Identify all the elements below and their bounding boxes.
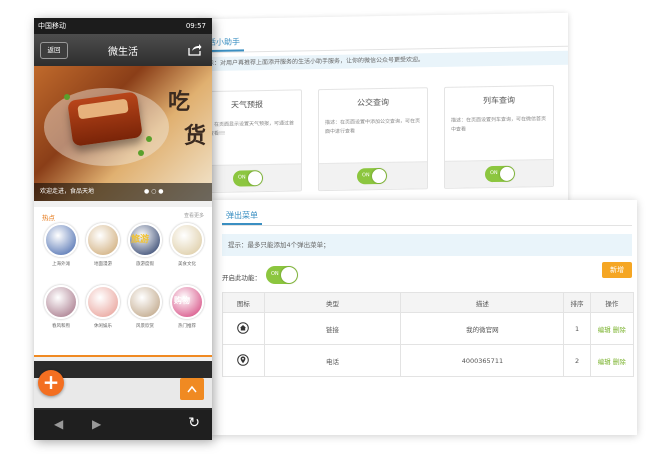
hero-char: 吃 [168, 89, 191, 115]
table-row: 链接 我的微官网 1 编辑 删除 [222, 312, 635, 345]
tip-bar: 提示：最多只能添加4个弹出菜单； [222, 234, 632, 256]
toggle-label: ON [238, 174, 246, 181]
card-title: 列车查询 [483, 95, 515, 106]
tab-life-assistant[interactable]: 生活小助手 [196, 30, 568, 54]
row-desc: 4000365711 [400, 344, 565, 377]
row-ops: 编辑 删除 [589, 312, 635, 345]
hot-item-image[interactable] [128, 285, 162, 319]
row-order: 2 [563, 344, 591, 377]
hot-card: 热点 查看更多 上海外滩 地面漫游 旅游度假 美食文化春风和煦 休闲娱乐 风景欣赏 热门推荐… [34, 207, 212, 357]
herb-dot [138, 150, 144, 156]
bus-toggle[interactable]: ON [357, 167, 387, 185]
row-type: 电话 [263, 344, 402, 377]
row-icon-cell [222, 312, 265, 345]
hot-item-label: 旅游度假 [136, 262, 154, 267]
hot-item-label: 春风和煦 [52, 324, 70, 329]
toggle-knob [500, 166, 514, 181]
toggle-label: ON [490, 169, 498, 177]
life-assistant-panel: 生活小助手 提示：对用户再推荐上面添开服务的生活小助手服务，让你的微信公众号更受… [192, 12, 568, 208]
hot-item-label: 风景欣赏 [136, 324, 154, 329]
col-icon: 图标 [222, 292, 265, 313]
hot-item-label: 休闲娱乐 [94, 324, 112, 329]
phone-navbar: 返回 微生活 [34, 34, 212, 66]
hero-caption: 欢迎走进，食品天地 [34, 183, 212, 201]
tab-label: 弹出菜单 [222, 210, 262, 225]
phone-bottom-nav: ◀ ▶ ↻ [34, 410, 212, 440]
carousel-dots[interactable]: ● ○ ● [144, 188, 164, 195]
toggle-knob [372, 168, 386, 184]
row-icon-cell [222, 344, 265, 377]
forward-arrow-icon[interactable]: ▶ [92, 417, 101, 431]
tab-popup-menu[interactable]: 弹出菜单 [222, 210, 632, 226]
train-toggle[interactable]: ON [485, 165, 515, 183]
carrier-label: 中国移动 [38, 22, 66, 30]
card-desc: 描述：在页面显示设置天气预报，可通过首页中查看!!! [199, 120, 295, 138]
table-row: 电话 4000365711 2 编辑 删除 [222, 344, 635, 377]
card-desc: 描述：在页面设置中添加公交查询，可在页面中进行查看 [325, 118, 421, 135]
popup-menu-panel: 弹出菜单 提示：最多只能添加4个弹出菜单； 开启此功能： ON 新增 图标 类型… [212, 200, 637, 435]
card-footer: ON [445, 159, 553, 188]
hot-item-label: 美食文化 [178, 262, 196, 267]
hot-title: 热点 [42, 214, 55, 222]
row-order: 1 [563, 312, 591, 345]
home-icon [237, 321, 250, 334]
popup-menu-toggle[interactable]: ON [266, 266, 298, 284]
hot-item-label: 地面漫游 [94, 262, 112, 267]
col-desc: 描述 [400, 292, 565, 313]
travel-badge-text: 旅游 [131, 235, 150, 245]
hot-section: 热点 查看更多 上海外滩 地面漫游 旅游度假 美食文化春风和煦 休闲娱乐 风景欣赏 热门推荐… [34, 201, 212, 361]
add-menu-button[interactable]: + [38, 370, 64, 396]
hot-item-label: 上海外滩 [52, 262, 70, 267]
hero-banner[interactable]: 吃 货 欢迎走进，食品天地 ● ○ ● [34, 66, 212, 201]
menu-table: 图标 类型 描述 排序 操作 链接 我的微官网 1 编辑 删除 电话 40003… [222, 292, 635, 377]
phone-preview: 中国移动 09:57 返回 微生活 吃 货 欢迎走进，食品天地 ● ○ ● 热点… [34, 18, 212, 440]
toggle-knob [281, 267, 297, 283]
table-header: 图标 类型 描述 排序 操作 [222, 292, 635, 313]
dish-image [67, 91, 143, 147]
card-footer: ON [319, 161, 427, 191]
edit-link[interactable]: 编辑 [598, 326, 611, 334]
chevron-up-icon [187, 385, 197, 393]
add-button[interactable]: 新增 [602, 262, 632, 278]
back-arrow-icon[interactable]: ◀ [54, 417, 63, 431]
shop-badge-text: 购物 [174, 296, 190, 305]
phone-title: 微生活 [108, 47, 138, 58]
col-order: 排序 [563, 292, 591, 313]
toggle-label: ON [271, 271, 279, 277]
row-desc: 我的微官网 [400, 312, 565, 345]
hot-item-label: 热门推荐 [178, 324, 196, 329]
card-title: 公交查询 [357, 97, 389, 108]
delete-link[interactable]: 删除 [613, 326, 626, 334]
hot-item-image[interactable] [44, 285, 78, 319]
scroll-top-button[interactable] [180, 378, 204, 400]
hot-item-image[interactable] [44, 223, 78, 257]
share-icon[interactable] [188, 43, 202, 56]
hot-item-image[interactable] [170, 223, 204, 257]
hot-item-image[interactable] [86, 285, 120, 319]
card-bus: 公交查询 描述：在页面设置中添加公交查询，可在页面中进行查看 ON [318, 87, 428, 192]
hot-item-image[interactable] [86, 223, 120, 257]
hot-more-link[interactable]: 查看更多 [184, 212, 204, 219]
status-bar: 中国移动 09:57 [34, 18, 212, 34]
location-icon [237, 353, 250, 366]
card-desc: 描述：在页面设置列车查询，可在微信首页中查看 [451, 116, 547, 133]
row-ops: 编辑 删除 [589, 344, 635, 377]
card-train: 列车查询 描述：在页面设置列车查询，可在微信首页中查看 ON [444, 84, 554, 189]
herb-dot [146, 136, 152, 142]
col-type: 类型 [263, 292, 402, 313]
row-type: 链接 [263, 312, 402, 345]
weather-toggle[interactable]: ON [233, 170, 263, 187]
tip-bar: 提示：对用户再推荐上面添开服务的生活小助手服务，让你的微信公众号更受欢迎。 [196, 50, 568, 72]
herb-dot [64, 94, 70, 100]
refresh-icon[interactable]: ↻ [188, 415, 200, 431]
delete-link[interactable]: 删除 [613, 358, 626, 366]
toggle-label: ON [362, 172, 370, 179]
switch-label: 开启此功能： [222, 274, 261, 282]
toggle-knob [248, 171, 262, 186]
clock: 09:57 [185, 22, 206, 30]
edit-link[interactable]: 编辑 [598, 358, 611, 366]
hero-char: 货 [184, 123, 207, 149]
col-ops: 操作 [589, 292, 635, 313]
